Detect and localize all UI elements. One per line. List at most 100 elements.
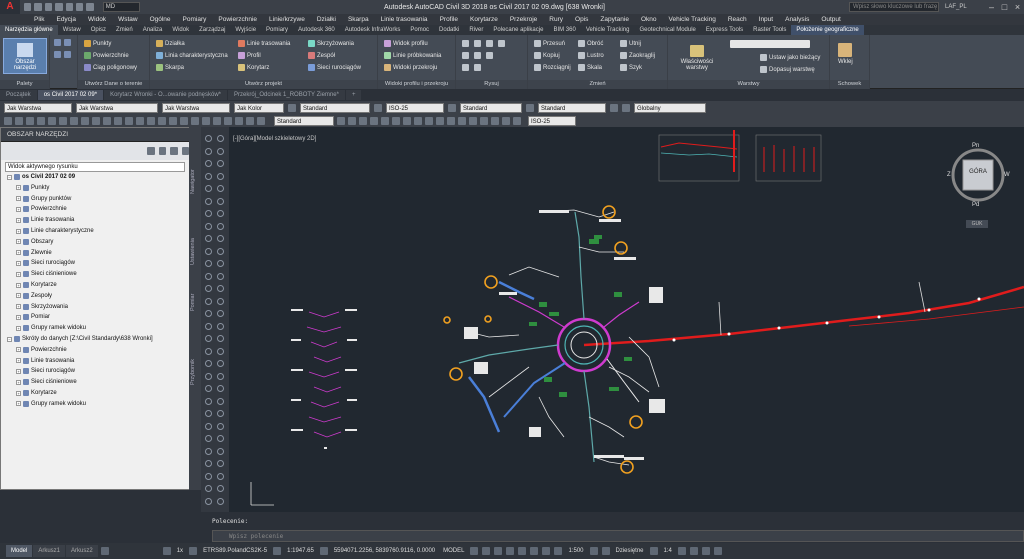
copy-button[interactable]: Kopiuj xyxy=(534,52,560,59)
menu-item[interactable]: Vehicle Tracking xyxy=(663,16,722,23)
survey-icon[interactable] xyxy=(64,51,71,58)
tool-icon[interactable] xyxy=(169,116,177,125)
toolspace-view-select[interactable]: Widok aktywnego rysunku xyxy=(5,162,185,172)
tool-icon[interactable] xyxy=(348,116,356,125)
draw-tool-icon[interactable] xyxy=(217,235,224,242)
menu-item[interactable]: Profile xyxy=(434,16,464,23)
polyline-icon[interactable] xyxy=(474,40,481,47)
draw-tool-icon[interactable] xyxy=(205,335,212,342)
grid-icon[interactable] xyxy=(162,547,171,555)
arc-icon[interactable] xyxy=(498,40,505,47)
tab-layout1[interactable]: Arkusz1 xyxy=(33,545,66,557)
layer-dropdown[interactable] xyxy=(730,40,810,48)
command-input[interactable]: Wpisz polecenie xyxy=(212,530,1024,542)
side-tab-settings[interactable]: Ustawienia xyxy=(190,227,200,277)
help-search-input[interactable]: Wpisz słowo kluczowe lub frazę xyxy=(849,2,939,12)
lineweight-select[interactable]: Jak Warstwa xyxy=(162,102,230,113)
osnap-icon[interactable] xyxy=(506,547,515,555)
tool-icon[interactable] xyxy=(458,116,466,125)
ribbon-tab[interactable]: Zarządzaj xyxy=(194,25,230,35)
toolspace-icon[interactable] xyxy=(147,147,155,155)
ribbon-tab[interactable]: Wstaw xyxy=(58,25,86,35)
tool-icon[interactable] xyxy=(436,116,444,125)
text-style-select[interactable]: Standard xyxy=(300,102,370,113)
expand-toggle-icon[interactable]: + xyxy=(16,304,21,310)
tool-icon[interactable] xyxy=(469,116,477,125)
side-tab-toolbox[interactable]: Przybornik xyxy=(190,347,200,397)
ribbon-tab[interactable]: Opisz xyxy=(86,25,111,35)
tool-icon[interactable] xyxy=(502,116,510,125)
expand-toggle-icon[interactable]: + xyxy=(16,347,21,353)
parcel-button[interactable]: Działka xyxy=(156,40,185,47)
tool-icon[interactable] xyxy=(92,116,100,125)
annotation-visibility-icon[interactable] xyxy=(554,547,563,555)
ribbon-tab[interactable]: BIM 360 xyxy=(548,25,580,35)
tool-icon[interactable] xyxy=(202,116,210,125)
ribbon-tab[interactable]: Autodesk 360 xyxy=(293,25,340,35)
quick-properties-icon[interactable] xyxy=(649,547,658,555)
draw-tool-icon[interactable] xyxy=(217,147,224,155)
tool-icon[interactable] xyxy=(337,116,345,125)
draw-tool-icon[interactable] xyxy=(217,260,224,267)
tool-icon[interactable] xyxy=(136,116,144,125)
new-file-icon[interactable] xyxy=(24,3,32,11)
draw-tool-icon[interactable] xyxy=(205,247,212,255)
draw-tool-icon[interactable] xyxy=(205,172,212,180)
open-file-icon[interactable] xyxy=(34,3,42,11)
line-icon[interactable] xyxy=(462,40,469,47)
scale-icon[interactable] xyxy=(273,547,282,555)
annotation-scale[interactable]: 1:500 xyxy=(564,548,587,554)
points-button[interactable]: Punkty xyxy=(84,40,111,47)
draw-tool-icon[interactable] xyxy=(205,160,212,167)
doc-tab[interactable]: Przekrój_Odcinek 1_ROBOTY Ziemne* xyxy=(228,90,345,100)
workspace-icon[interactable] xyxy=(319,547,328,555)
undo-icon[interactable] xyxy=(75,3,84,11)
draw-tool-icon[interactable] xyxy=(205,235,212,242)
draw-tool-icon[interactable] xyxy=(217,285,224,292)
menu-item[interactable]: Korytarze xyxy=(464,16,504,23)
draw-tool-icon[interactable] xyxy=(217,472,224,480)
ribbon-tab[interactable]: Pomiary xyxy=(261,25,293,35)
menu-item[interactable]: Rury xyxy=(543,16,569,23)
draw-tool-icon[interactable] xyxy=(205,397,212,405)
tree-item[interactable]: + Powierzchnie xyxy=(16,346,67,353)
match-layer-button[interactable]: Dopasuj warstwę xyxy=(760,66,815,73)
assembly-button[interactable]: Zespół xyxy=(308,52,335,59)
corridor-button[interactable]: Korytarz xyxy=(238,64,269,71)
menu-item[interactable]: Opis xyxy=(569,16,594,23)
draw-tool-icon[interactable] xyxy=(217,422,224,430)
otrack-icon[interactable] xyxy=(518,547,527,555)
expand-toggle-icon[interactable]: + xyxy=(16,217,21,223)
app-logo[interactable]: A xyxy=(0,0,20,14)
minimize-icon[interactable]: – xyxy=(985,2,998,12)
menu-item[interactable]: Widok xyxy=(82,16,112,23)
tool-icon[interactable] xyxy=(414,116,422,125)
ribbon-tab[interactable]: Analiza xyxy=(138,25,168,35)
layers-palette-icon[interactable] xyxy=(54,51,61,58)
mleader-style-icon[interactable] xyxy=(526,103,534,112)
menu-item[interactable]: Linie trasowania xyxy=(375,16,434,23)
ellipse-icon[interactable] xyxy=(486,52,493,59)
tool-icon[interactable] xyxy=(180,116,188,125)
tool-icon[interactable] xyxy=(213,116,221,125)
tool-icon[interactable] xyxy=(48,116,56,125)
menu-item[interactable]: Output xyxy=(815,16,847,23)
ribbon-tab-home[interactable]: Narzędzia główne xyxy=(0,25,58,35)
user-account[interactable]: LAF_PL xyxy=(939,4,985,10)
ribbon-tab[interactable]: Polecane aplikacje xyxy=(488,25,548,35)
toolspace-icon[interactable] xyxy=(181,147,189,155)
draw-tool-icon[interactable] xyxy=(205,447,212,455)
viewcube-east[interactable]: W xyxy=(1004,172,1010,178)
expand-toggle-icon[interactable]: + xyxy=(16,196,21,202)
tool-icon[interactable] xyxy=(480,116,488,125)
draw-tool-icon[interactable] xyxy=(217,322,224,330)
tool-icon[interactable] xyxy=(81,116,89,125)
hatch-icon[interactable] xyxy=(474,52,481,59)
tool-icon[interactable] xyxy=(37,116,45,125)
draw-tool-icon[interactable] xyxy=(217,335,224,342)
table-style-select[interactable]: Standard xyxy=(460,102,522,113)
draw-tool-icon[interactable] xyxy=(217,497,224,505)
profile-button[interactable]: Profil xyxy=(238,52,261,59)
grading-button[interactable]: Skarpa xyxy=(156,64,184,71)
draw-tool-icon[interactable] xyxy=(205,422,212,430)
